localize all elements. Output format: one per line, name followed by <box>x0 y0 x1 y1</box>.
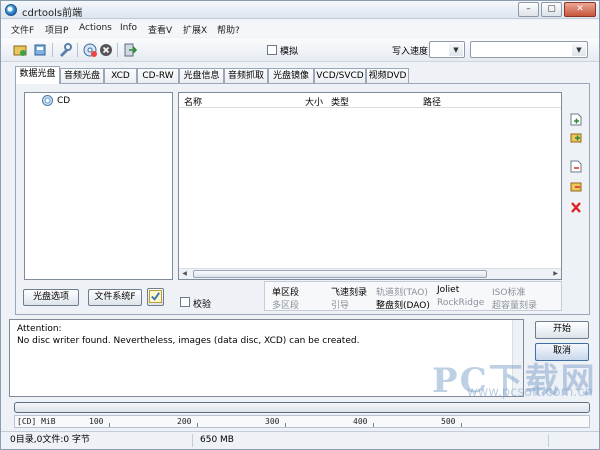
menu-help[interactable]: 帮助? <box>217 23 240 36</box>
tao-option[interactable]: 轨道刻(TAO) <box>376 285 428 298</box>
multi-session-option[interactable]: 多区段 <box>272 298 299 311</box>
iso-standard-option[interactable]: ISO标准 <box>492 285 525 298</box>
simulate-label: 模拟 <box>280 47 299 57</box>
write-speed-select[interactable]: ▼ <box>429 41 465 58</box>
disc-options-button[interactable]: 光盘选项 <box>23 289 79 306</box>
ruler-mark: 400 <box>353 417 368 426</box>
menu-extensions[interactable]: 扩展X <box>183 23 207 36</box>
checkmark-icon <box>149 290 162 303</box>
tree-root[interactable]: CD <box>57 96 70 106</box>
status-bar: 0目录,0文件:0 字节 650 MB <box>1 431 599 449</box>
title-bar: cdrtools前端 – ▢ ✕ <box>1 1 599 19</box>
watermark-url: www.pcsoft.com.cn <box>467 385 593 400</box>
joliet-option[interactable]: Joliet <box>437 285 459 295</box>
cd-icon <box>42 95 53 106</box>
menu-file[interactable]: 文件F <box>11 23 34 36</box>
ruler-tick <box>285 423 286 427</box>
verify-checkbox[interactable] <box>180 297 190 307</box>
chevron-down-icon: ▼ <box>449 43 463 56</box>
tab-xcd[interactable]: XCD <box>104 68 137 84</box>
scroll-left-icon[interactable]: ◀ <box>179 269 190 279</box>
tab-video-dvd[interactable]: 视频DVD <box>366 68 409 84</box>
log-line: Attention: <box>17 324 62 334</box>
tab-cd-rw[interactable]: CD-RW <box>137 68 179 84</box>
ruler-mark: 100 <box>89 417 104 426</box>
rockridge-option[interactable]: RockRidge <box>437 298 484 308</box>
remove-file-icon[interactable] <box>570 160 582 173</box>
menu-bar: 文件F 项目P Actions Info 查看V 扩展X 帮助? <box>1 20 599 37</box>
ruler-tick <box>197 423 198 427</box>
tab-data-disc[interactable]: 数据光盘 <box>15 66 60 84</box>
menu-info[interactable]: Info <box>120 23 137 33</box>
stop-icon[interactable] <box>99 43 113 57</box>
burn-disc-icon[interactable] <box>83 43 97 57</box>
menu-view[interactable]: 查看V <box>148 23 172 36</box>
boot-option[interactable]: 引导 <box>331 298 349 311</box>
ruler-mark: 500 <box>441 417 456 426</box>
single-session-option[interactable]: 单区段 <box>272 285 299 298</box>
new-project-icon[interactable] <box>13 43 27 57</box>
maximize-button[interactable]: ▢ <box>541 2 562 17</box>
toolbar-separator <box>77 43 78 57</box>
close-button[interactable]: ✕ <box>564 2 596 17</box>
overburn-option[interactable]: 超容量刻录 <box>492 298 537 311</box>
drive-select[interactable]: ▼ <box>470 41 588 58</box>
window-title: cdrtools前端 <box>22 8 83 19</box>
tab-disc-image[interactable]: 光盘镜像 <box>268 68 314 84</box>
folder-tree[interactable]: CD <box>24 92 173 280</box>
app-icon <box>5 4 17 16</box>
file-list[interactable]: 名称 大小 类型 路径 ◀ ▶ <box>178 92 562 280</box>
burn-progress-bar <box>14 402 590 413</box>
start-button[interactable]: 开始 <box>535 321 589 339</box>
delete-icon[interactable] <box>570 201 582 214</box>
ruler-tick <box>461 423 462 427</box>
scrollbar-thumb[interactable] <box>193 270 487 278</box>
remove-folder-icon[interactable] <box>570 180 582 193</box>
tab-vcd-svcd[interactable]: VCD/SVCD <box>314 68 366 84</box>
capacity-ruler: [CD] MiB 100 200 300 400 500 <box>14 415 590 428</box>
ruler-unit: [CD] MiB <box>17 417 56 426</box>
settings-icon[interactable] <box>58 43 72 57</box>
chevron-down-icon: ▼ <box>572 43 586 56</box>
tab-audio-disc[interactable]: 音频光盘 <box>60 68 104 84</box>
add-file-icon[interactable] <box>570 113 582 126</box>
horizontal-scrollbar[interactable]: ◀ ▶ <box>179 268 561 279</box>
menu-actions[interactable]: Actions <box>79 23 112 33</box>
ruler-mark: 300 <box>265 417 280 426</box>
minimize-button[interactable]: – <box>518 2 539 17</box>
write-mode-options: 单区段 飞速刻录 轨道刻(TAO) Joliet ISO标准 多区段 引导 整盘… <box>264 281 562 311</box>
filesystem-button[interactable]: 文件系统F <box>88 289 142 306</box>
open-project-icon[interactable] <box>33 43 47 57</box>
exit-icon[interactable] <box>123 43 137 57</box>
check-button[interactable] <box>147 288 164 306</box>
on-the-fly-option[interactable]: 飞速刻录 <box>331 285 367 298</box>
toolbar-separator <box>117 43 118 57</box>
main-window: cdrtools前端 – ▢ ✕ 文件F 项目P Actions Info 查看… <box>0 0 600 450</box>
write-speed-label: 写入速度 <box>392 47 429 57</box>
header-divider <box>179 107 561 108</box>
dao-option[interactable]: 整盘刻(DAO) <box>376 298 430 311</box>
ruler-tick <box>373 423 374 427</box>
add-folder-icon[interactable] <box>570 131 582 144</box>
tab-disc-info[interactable]: 光盘信息 <box>179 68 224 84</box>
scroll-right-icon[interactable]: ▶ <box>550 269 561 279</box>
ruler-tick <box>109 423 110 427</box>
tab-audio-grab[interactable]: 音频抓取 <box>224 68 268 84</box>
capacity-status: 650 MB <box>197 434 549 447</box>
verify-label: 校验 <box>193 300 212 310</box>
simulate-checkbox[interactable] <box>267 45 277 55</box>
log-line: No disc writer found. Nevertheless, imag… <box>17 336 360 346</box>
toolbar: 模拟 写入速度 ▼ ▼ <box>1 38 599 62</box>
file-count-status: 0目录,0文件:0 字节 <box>7 434 193 447</box>
toolbar-separator <box>52 43 53 57</box>
menu-project[interactable]: 项目P <box>45 23 68 36</box>
data-disc-panel: CD 名称 大小 类型 路径 ◀ ▶ 光盘选项 文件系统F 校验 单区段 飞速刻… <box>15 83 590 315</box>
ruler-mark: 200 <box>177 417 192 426</box>
